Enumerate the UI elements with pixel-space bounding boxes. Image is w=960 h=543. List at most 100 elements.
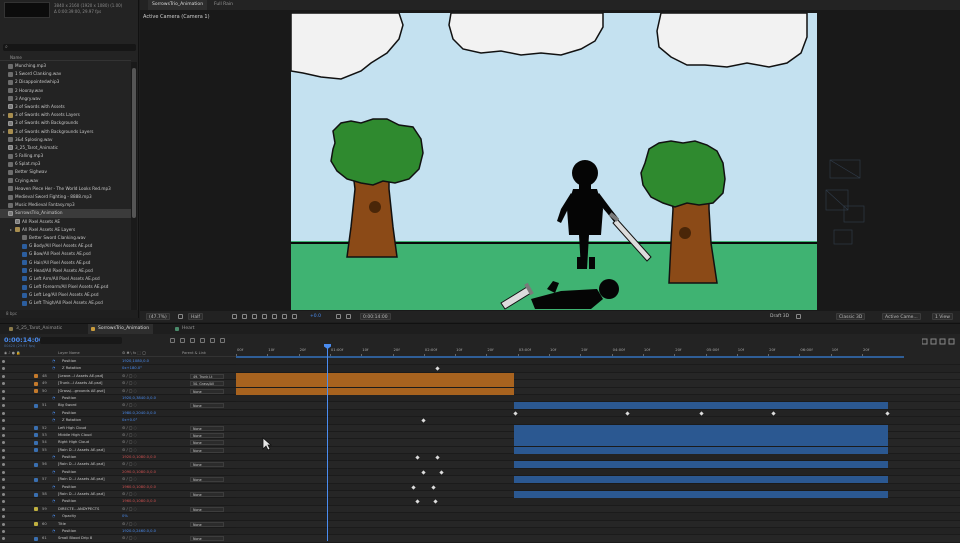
layer-row[interactable]: 48 [Leave...l Assets AE.psd] ⚙ ∕ ▢ ◌ 49. Tr… bbox=[0, 372, 236, 381]
project-item[interactable]: G Left Thigh/All Pixel Assets AE.psd bbox=[0, 299, 131, 307]
project-item[interactable]: G Hair/All Pixel Assets AE.psd bbox=[0, 259, 131, 267]
visibility-eye-icon[interactable] bbox=[2, 507, 5, 511]
keyframe[interactable] bbox=[421, 418, 426, 423]
stopwatch-icon[interactable]: ◔ bbox=[52, 358, 55, 365]
property-track[interactable] bbox=[236, 468, 960, 477]
views-dropdown[interactable]: 1 View bbox=[932, 313, 953, 320]
property-value[interactable]: 1920.0,1080.0,0.0 bbox=[122, 454, 156, 461]
layer-track[interactable] bbox=[236, 461, 960, 469]
property-value[interactable]: 0x+0.0° bbox=[122, 417, 137, 424]
project-item[interactable]: 3&4 Splosing.wav bbox=[0, 136, 131, 144]
resolution-dropdown[interactable]: Half bbox=[188, 313, 203, 320]
layer-track[interactable] bbox=[236, 476, 960, 484]
layer-duration-bar[interactable] bbox=[236, 380, 514, 388]
project-scrollbar[interactable] bbox=[131, 62, 137, 318]
keyframe[interactable] bbox=[771, 411, 776, 416]
snapshot-icon[interactable] bbox=[336, 314, 341, 319]
visibility-eye-icon[interactable] bbox=[2, 360, 5, 363]
property-value[interactable]: 1920,1080,0.0 bbox=[122, 358, 149, 365]
stopwatch-icon[interactable]: ◔ bbox=[52, 498, 55, 505]
property-track[interactable] bbox=[236, 483, 960, 492]
visibility-eye-icon[interactable] bbox=[2, 463, 5, 467]
layer-label-color[interactable] bbox=[34, 462, 38, 467]
visibility-eye-icon[interactable] bbox=[2, 448, 5, 452]
project-item[interactable]: 2 Hooray.wav bbox=[0, 87, 131, 95]
project-item[interactable]: G Left Arm/All Pixel Assets AE.psd bbox=[0, 275, 131, 283]
layer-track[interactable] bbox=[236, 491, 960, 499]
stopwatch-icon[interactable]: ◔ bbox=[52, 395, 55, 402]
layer-track[interactable] bbox=[236, 372, 960, 381]
project-item[interactable]: 6 Splat.mp3 bbox=[0, 160, 131, 168]
property-track[interactable] bbox=[236, 365, 960, 373]
layer-label-color[interactable] bbox=[34, 426, 38, 431]
layer-name[interactable]: Small Blood Drip 8 bbox=[58, 535, 92, 542]
property-value[interactable]: 1960.0,1080.0,0.0 bbox=[122, 484, 156, 491]
layer-name[interactable]: [Rain D...l Assets AE.psd] bbox=[58, 447, 105, 454]
exposure-value[interactable]: +0.0 bbox=[310, 311, 321, 322]
layer-duration-bar[interactable] bbox=[514, 491, 888, 499]
layer-label-color[interactable] bbox=[34, 507, 38, 512]
project-item[interactable]: ▸ 3 of Swords with Assets Layers bbox=[0, 111, 131, 119]
layer-track[interactable] bbox=[236, 380, 960, 388]
stopwatch-icon[interactable]: ◔ bbox=[52, 410, 55, 417]
composition-canvas[interactable] bbox=[291, 13, 817, 310]
region-of-interest-icon[interactable] bbox=[232, 314, 237, 319]
parent-dropdown[interactable]: None bbox=[190, 492, 224, 498]
stopwatch-icon[interactable]: ◔ bbox=[52, 417, 55, 424]
layer-label-color[interactable] bbox=[34, 374, 38, 379]
keyframe[interactable] bbox=[435, 455, 440, 460]
stopwatch-icon[interactable]: ◔ bbox=[52, 528, 55, 535]
project-item[interactable]: 5 Falling.mp3 bbox=[0, 152, 131, 160]
layer-row[interactable]: 52 Left High Cloud ⚙ ∕ ▢ ◌ None bbox=[0, 424, 236, 432]
layer-row[interactable]: 59 DIRECTE...ANDYPECTS ⚙ ∕ ▢ ◌ None bbox=[0, 505, 236, 514]
keyframe[interactable] bbox=[411, 485, 416, 490]
visibility-eye-icon[interactable] bbox=[2, 389, 5, 393]
project-item[interactable]: 3 of Swords with Backgrounds bbox=[0, 119, 131, 127]
property-value[interactable]: 1980.0,2040.0,0.0 bbox=[122, 410, 156, 417]
shy-layers-icon[interactable] bbox=[190, 338, 195, 343]
property-value[interactable]: 0x+180.0° bbox=[122, 365, 142, 372]
layer-label-color[interactable] bbox=[34, 389, 38, 394]
property-row[interactable]: ◔ Z Rotation 0x+180.0° bbox=[0, 365, 236, 373]
property-row[interactable]: ◔ Position 1920.0,1080.0,0.0 bbox=[0, 454, 236, 462]
stopwatch-icon[interactable]: ◔ bbox=[52, 469, 55, 476]
layer-name[interactable]: Right High Cloud bbox=[58, 439, 89, 446]
layer-name[interactable]: [Rain D...l Assets AE.psd] bbox=[58, 491, 105, 498]
project-column-name[interactable]: Name bbox=[0, 54, 131, 61]
stopwatch-icon[interactable]: ◔ bbox=[52, 365, 55, 372]
layer-switches[interactable]: ⚙ ∕ ▢ ◌ bbox=[122, 535, 137, 542]
layer-row[interactable]: 49 [Trunk...l Assets AE.psd] ⚙ ∕ ▢ ◌ 50. Gr… bbox=[0, 380, 236, 388]
layer-switches[interactable]: ⚙ ∕ ▢ ◌ bbox=[122, 439, 137, 446]
motion-blur-icon[interactable] bbox=[210, 338, 215, 343]
property-track[interactable] bbox=[236, 358, 960, 366]
project-bit-depth[interactable]: 8 bpc bbox=[0, 310, 138, 318]
property-value[interactable]: 1920,0,3840.0,0.0 bbox=[122, 395, 156, 402]
layer-row[interactable]: 56 [Rain D...l Assets AE.psd] ⚙ ∕ ▢ ◌ None bbox=[0, 461, 236, 469]
layer-switches[interactable]: ⚙ ∕ ▢ ◌ bbox=[122, 476, 137, 483]
parent-link-header[interactable]: Parent & Link bbox=[182, 349, 206, 357]
property-track[interactable] bbox=[236, 513, 960, 521]
layer-name[interactable]: Big Sword bbox=[58, 402, 76, 409]
draft-3d-icon[interactable] bbox=[180, 338, 185, 343]
parent-dropdown[interactable]: None bbox=[190, 521, 224, 527]
layer-label-color[interactable] bbox=[34, 448, 38, 453]
visibility-eye-icon[interactable] bbox=[2, 500, 5, 504]
layer-switches[interactable]: ⚙ ∕ ▢ ◌ bbox=[122, 461, 137, 468]
layer-name[interactable]: Title bbox=[58, 521, 66, 528]
visibility-eye-icon[interactable] bbox=[2, 485, 5, 489]
project-item[interactable]: Medieval Sword Fighting - 8888.mp3 bbox=[0, 193, 131, 201]
layer-duration-bar[interactable] bbox=[514, 476, 888, 484]
timeline-zoom-controls[interactable] bbox=[922, 338, 956, 346]
graph-editor-icon[interactable] bbox=[220, 338, 225, 343]
property-row[interactable]: ◔ Position 1920,0,3840.0,0.0 bbox=[0, 394, 236, 403]
layer-duration-bar[interactable] bbox=[514, 461, 888, 469]
property-value[interactable]: 2090.0,1080.0,0.0 bbox=[122, 469, 156, 476]
layer-row[interactable]: 61 Small Blood Drip 8 ⚙ ∕ ▢ ◌ None bbox=[0, 535, 236, 543]
project-item[interactable]: G Bow/All Pixel Assets AE.psd bbox=[0, 250, 131, 258]
visibility-eye-icon[interactable] bbox=[2, 456, 5, 460]
layer-duration-bar[interactable] bbox=[514, 439, 888, 447]
property-row[interactable]: ◔ Position 1960.0,1080.0,0.0 bbox=[0, 483, 236, 492]
layer-switches[interactable]: ⚙ ∕ ▢ ◌ bbox=[122, 447, 137, 454]
visibility-eye-icon[interactable] bbox=[2, 478, 5, 482]
layer-name[interactable]: Left High Cloud bbox=[58, 425, 86, 432]
